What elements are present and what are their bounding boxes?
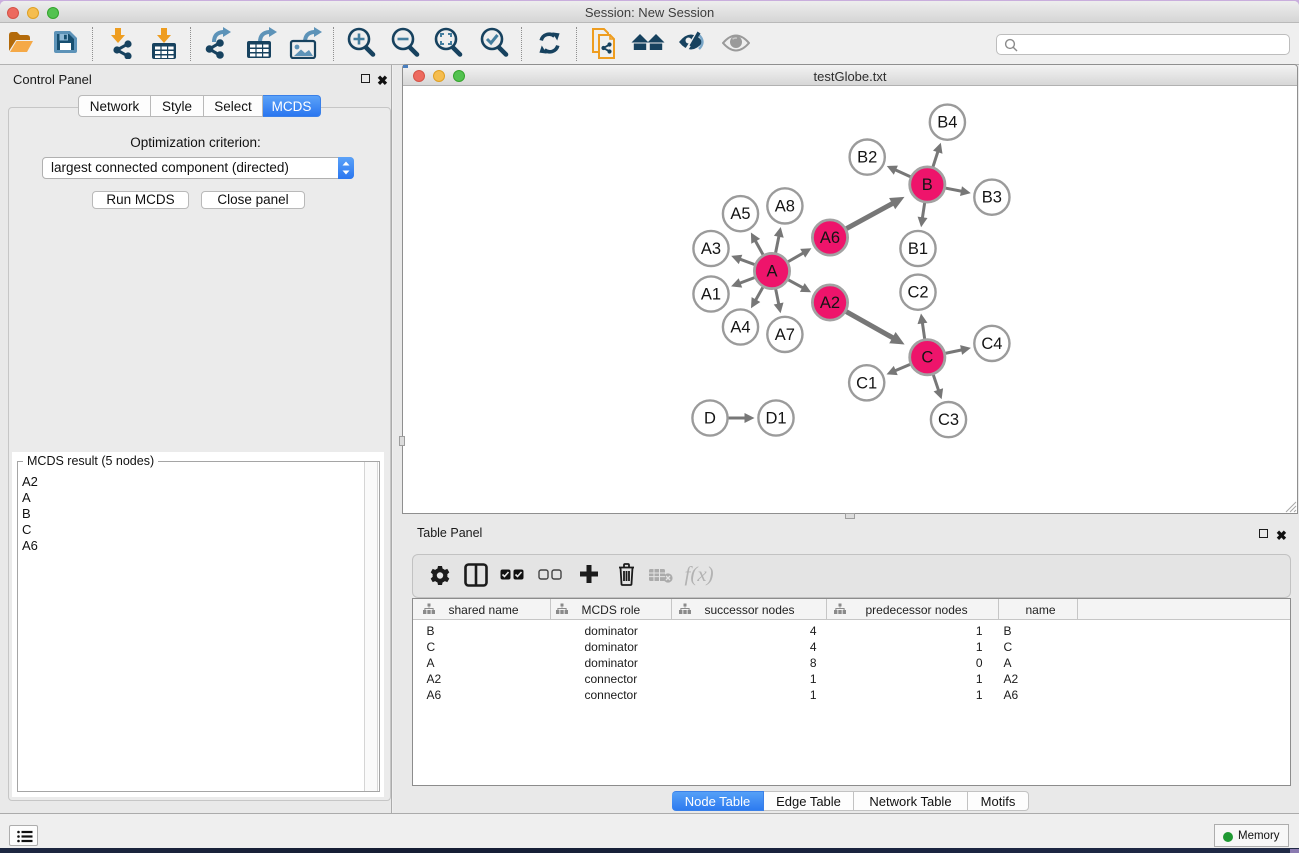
svg-text:A: A	[766, 263, 777, 281]
svg-text:A1: A1	[701, 286, 721, 304]
svg-text:A3: A3	[701, 240, 721, 258]
svg-text:C4: C4	[981, 335, 1002, 353]
svg-text:C1: C1	[856, 374, 877, 392]
svg-text:A2: A2	[820, 294, 840, 312]
svg-text:C: C	[921, 349, 933, 367]
svg-text:B: B	[922, 176, 933, 194]
svg-text:B1: B1	[908, 240, 928, 258]
svg-text:C3: C3	[938, 411, 959, 429]
svg-text:A6: A6	[820, 229, 840, 247]
svg-text:A7: A7	[775, 326, 795, 344]
svg-text:A5: A5	[730, 205, 750, 223]
svg-text:A8: A8	[775, 197, 795, 215]
svg-text:B4: B4	[937, 114, 957, 132]
svg-text:B3: B3	[982, 189, 1002, 207]
svg-text:C2: C2	[907, 284, 928, 302]
svg-text:B2: B2	[857, 149, 877, 167]
svg-text:D1: D1	[765, 410, 786, 428]
svg-text:D: D	[704, 410, 716, 428]
svg-text:A4: A4	[730, 319, 750, 337]
